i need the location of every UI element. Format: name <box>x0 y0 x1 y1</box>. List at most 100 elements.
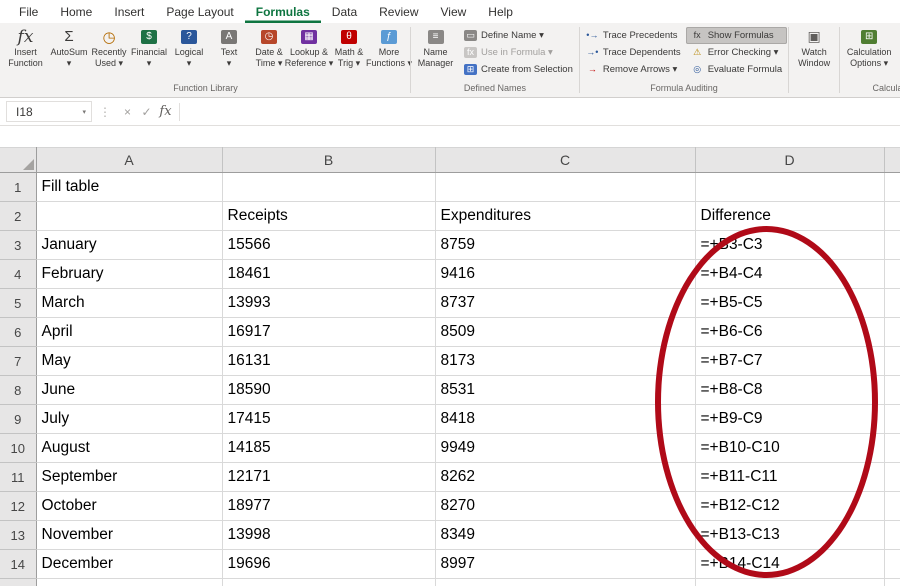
cell-E2[interactable] <box>884 202 900 231</box>
name-manager-button[interactable]: ≡ Name Manager <box>412 24 459 82</box>
cell-B12[interactable]: 18977 <box>222 492 435 521</box>
cell-D4[interactable]: =+B4-C4 <box>695 260 884 289</box>
cell-B1[interactable] <box>222 173 435 202</box>
row-header-6[interactable]: 6 <box>0 318 36 347</box>
cell-E8[interactable] <box>884 376 900 405</box>
trace-precedents-button[interactable]: •→Trace Precedents <box>581 27 686 44</box>
cell-A12[interactable]: October <box>36 492 222 521</box>
cell-partial[interactable] <box>36 579 222 586</box>
cell-E4[interactable] <box>884 260 900 289</box>
row-header-14[interactable]: 14 <box>0 550 36 579</box>
cell-A4[interactable]: February <box>36 260 222 289</box>
define-name-button[interactable]: ▭Define Name ▾ <box>459 27 578 44</box>
cell-A10[interactable]: August <box>36 434 222 463</box>
row-header-15-partial[interactable] <box>0 579 36 586</box>
text-button[interactable]: AText▾ <box>209 24 249 82</box>
cell-partial[interactable] <box>222 579 435 586</box>
row-header-4[interactable]: 4 <box>0 260 36 289</box>
cell-D12[interactable]: =+B12-C12 <box>695 492 884 521</box>
cell-E1[interactable] <box>884 173 900 202</box>
recently-used-button[interactable]: ◷RecentlyUsed ▾ <box>89 24 129 82</box>
cell-A3[interactable]: January <box>36 231 222 260</box>
math-trig-button[interactable]: θMath &Trig ▾ <box>329 24 369 82</box>
cell-E11[interactable] <box>884 463 900 492</box>
formula-input[interactable] <box>186 98 900 125</box>
row-header-11[interactable]: 11 <box>0 463 36 492</box>
evaluate-formula-button[interactable]: ◎Evaluate Formula <box>686 61 787 78</box>
column-header-B[interactable]: B <box>222 148 435 173</box>
cell-B14[interactable]: 19696 <box>222 550 435 579</box>
cell-partial[interactable] <box>884 579 900 586</box>
show-formulas-button[interactable]: fxShow Formulas <box>686 27 787 44</box>
row-header-3[interactable]: 3 <box>0 231 36 260</box>
cell-B6[interactable]: 16917 <box>222 318 435 347</box>
cell-A1[interactable]: Fill table <box>36 173 222 202</box>
cell-D11[interactable]: =+B11-C11 <box>695 463 884 492</box>
cell-D9[interactable]: =+B9-C9 <box>695 405 884 434</box>
row-header-1[interactable]: 1 <box>0 173 36 202</box>
cell-B13[interactable]: 13998 <box>222 521 435 550</box>
cell-C3[interactable]: 8759 <box>435 231 695 260</box>
name-box[interactable]: I18 ▾ <box>6 101 92 122</box>
cell-A6[interactable]: April <box>36 318 222 347</box>
cell-A7[interactable]: May <box>36 347 222 376</box>
enter-icon[interactable]: ✓ <box>137 105 156 119</box>
row-header-7[interactable]: 7 <box>0 347 36 376</box>
calculation-options-button[interactable]: ⊞ Calculation Options ▾ <box>841 24 897 82</box>
row-header-9[interactable]: 9 <box>0 405 36 434</box>
cell-E10[interactable] <box>884 434 900 463</box>
tab-view[interactable]: View <box>430 0 478 23</box>
date-time-button[interactable]: ◷Date &Time ▾ <box>249 24 289 82</box>
cell-C2[interactable]: Expenditures <box>435 202 695 231</box>
cell-A5[interactable]: March <box>36 289 222 318</box>
cell-E12[interactable] <box>884 492 900 521</box>
cell-C14[interactable]: 8997 <box>435 550 695 579</box>
cell-D2[interactable]: Difference <box>695 202 884 231</box>
cell-E5[interactable] <box>884 289 900 318</box>
cell-C4[interactable]: 9416 <box>435 260 695 289</box>
financial-button[interactable]: $Financial▾ <box>129 24 169 82</box>
cell-C6[interactable]: 8509 <box>435 318 695 347</box>
cell-D10[interactable]: =+B10-C10 <box>695 434 884 463</box>
tab-help[interactable]: Help <box>477 0 524 23</box>
cell-E13[interactable] <box>884 521 900 550</box>
cell-C12[interactable]: 8270 <box>435 492 695 521</box>
cell-B10[interactable]: 14185 <box>222 434 435 463</box>
cell-B11[interactable]: 12171 <box>222 463 435 492</box>
autosum-button[interactable]: ΣAutoSum▾ <box>49 24 89 82</box>
create-from-selection-button[interactable]: ⊞Create from Selection <box>459 61 578 78</box>
cell-A14[interactable]: December <box>36 550 222 579</box>
use-in-formula-button[interactable]: fxUse in Formula ▾ <box>459 44 578 61</box>
cell-E3[interactable] <box>884 231 900 260</box>
cell-C13[interactable]: 8349 <box>435 521 695 550</box>
cell-A13[interactable]: November <box>36 521 222 550</box>
cell-C11[interactable]: 8262 <box>435 463 695 492</box>
cell-E7[interactable] <box>884 347 900 376</box>
cell-D13[interactable]: =+B13-C13 <box>695 521 884 550</box>
more-functions-button[interactable]: ƒMoreFunctions ▾ <box>369 24 409 82</box>
trace-dependents-button[interactable]: →•Trace Dependents <box>581 44 686 61</box>
tab-formulas[interactable]: Formulas <box>245 0 321 23</box>
cell-C7[interactable]: 8173 <box>435 347 695 376</box>
cell-E9[interactable] <box>884 405 900 434</box>
cell-partial[interactable] <box>695 579 884 586</box>
column-header-C[interactable]: C <box>435 148 695 173</box>
cell-D7[interactable]: =+B7-C7 <box>695 347 884 376</box>
cell-B5[interactable]: 13993 <box>222 289 435 318</box>
select-all-corner[interactable] <box>0 148 36 173</box>
cell-A2[interactable] <box>36 202 222 231</box>
error-checking-button[interactable]: ⚠Error Checking ▾ <box>686 44 787 61</box>
cell-C9[interactable]: 8418 <box>435 405 695 434</box>
lookup-reference-button[interactable]: ▦Lookup &Reference ▾ <box>289 24 329 82</box>
row-header-10[interactable]: 10 <box>0 434 36 463</box>
logical-button[interactable]: ?Logical▾ <box>169 24 209 82</box>
watch-window-button[interactable]: ▣ Watch Window <box>790 24 838 82</box>
cell-B7[interactable]: 16131 <box>222 347 435 376</box>
cell-E14[interactable] <box>884 550 900 579</box>
name-box-dropdown-icon[interactable]: ▾ <box>82 108 86 116</box>
cell-A8[interactable]: June <box>36 376 222 405</box>
insert-function-button[interactable]: fx Insert Function <box>2 24 49 82</box>
cell-C8[interactable]: 8531 <box>435 376 695 405</box>
cell-E6[interactable] <box>884 318 900 347</box>
column-header-D[interactable]: D <box>695 148 884 173</box>
